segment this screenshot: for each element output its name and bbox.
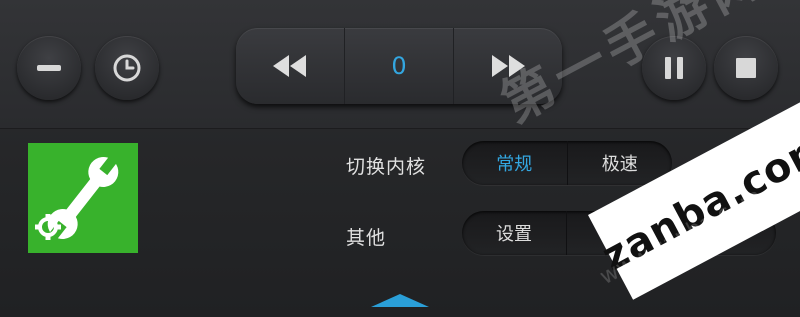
clock-icon bbox=[113, 54, 141, 82]
kernel-option-normal[interactable]: 常规 bbox=[462, 141, 568, 185]
rewind-icon bbox=[273, 55, 306, 77]
kernel-label: 切换内核 bbox=[346, 156, 427, 178]
stop-icon bbox=[736, 58, 756, 78]
other-label: 其他 bbox=[346, 227, 387, 249]
stop-button[interactable] bbox=[714, 36, 778, 100]
speed-counter: 0 bbox=[344, 28, 454, 104]
settings-button[interactable]: 设置 bbox=[462, 211, 567, 255]
kernel-switch: 常规 极速 bbox=[462, 141, 672, 185]
counter-value: 0 bbox=[391, 52, 407, 80]
app-icon[interactable] bbox=[28, 143, 138, 253]
wrench-gear-icon bbox=[35, 154, 119, 242]
expand-arrow-icon[interactable] bbox=[371, 294, 429, 307]
rewind-button[interactable] bbox=[236, 28, 344, 104]
timer-button[interactable] bbox=[95, 36, 159, 100]
minus-icon bbox=[37, 65, 61, 71]
minus-button[interactable] bbox=[17, 36, 81, 100]
